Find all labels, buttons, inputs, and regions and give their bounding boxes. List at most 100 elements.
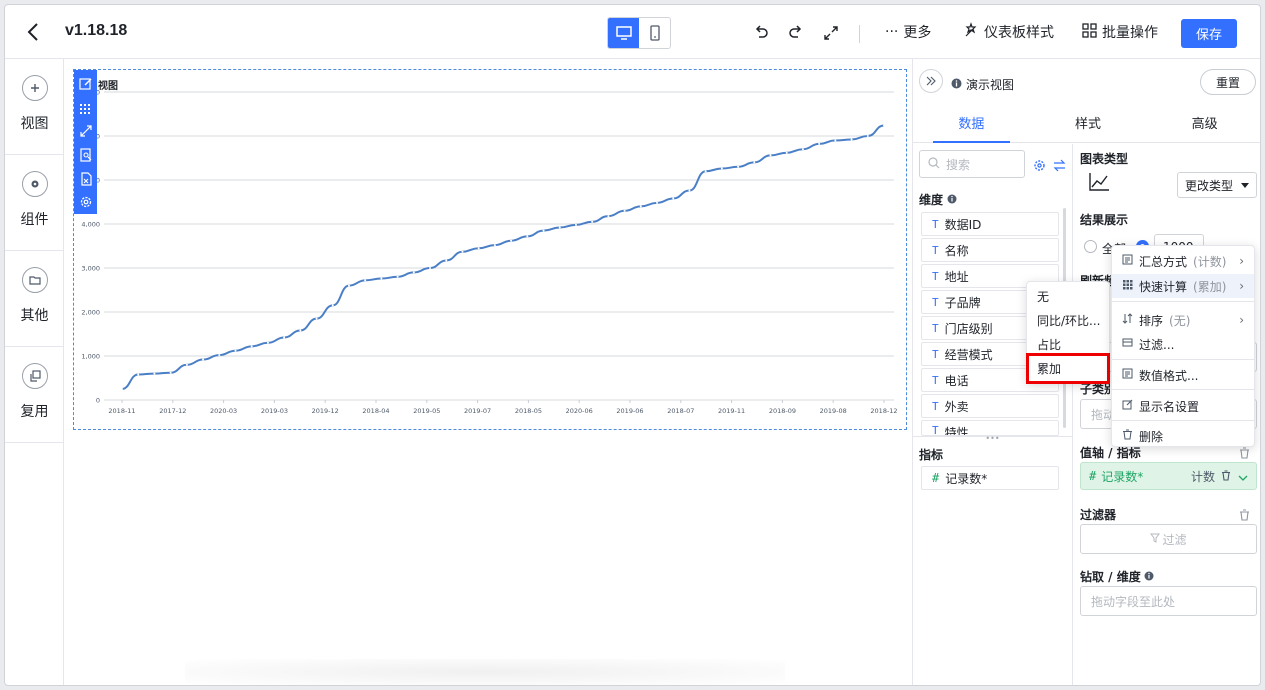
data-point [412, 271, 415, 274]
trash-icon[interactable] [1239, 506, 1250, 525]
rail-item-reuse[interactable]: 复用 [5, 347, 64, 443]
data-point [169, 371, 172, 374]
save-button[interactable]: 保存 [1181, 19, 1237, 48]
quick-calc-none[interactable]: 无 [1027, 284, 1109, 308]
app-window: v1.18.18 ··· 更多 仪表板样式 批量操作 保存 视图 组件 其他 复… [4, 4, 1261, 686]
data-point [558, 226, 561, 229]
data-point [185, 363, 188, 366]
trash-icon[interactable] [1221, 470, 1231, 484]
x-tick-label: 2018-04 [362, 407, 389, 415]
x-tick-label: 2019-12 [312, 407, 339, 415]
text-type-icon: T [932, 347, 939, 361]
field-settings-icon[interactable] [1033, 157, 1046, 176]
settings-icon[interactable] [74, 190, 97, 214]
change-type-select[interactable]: 更改类型 [1177, 172, 1257, 198]
plus-circle-icon [21, 75, 48, 101]
quick-calc-yoy[interactable]: 同比/环比... [1027, 308, 1109, 332]
metric-field[interactable]: # 记录数* [921, 466, 1059, 490]
grid-icon [1082, 22, 1097, 42]
chevron-down-icon[interactable] [1238, 471, 1248, 485]
enlarge-icon[interactable] [74, 119, 97, 143]
data-point [801, 148, 804, 151]
mobile-icon[interactable] [639, 18, 670, 48]
resize-handle[interactable]: ••• [913, 435, 1072, 443]
dimension-grid-icon[interactable] [74, 96, 97, 120]
back-arrow-icon[interactable] [23, 21, 45, 43]
data-point [591, 220, 594, 223]
value-field-pill[interactable]: # 记录数* 计数 [1080, 462, 1257, 490]
data-point [445, 259, 448, 262]
fullscreen-icon[interactable] [821, 23, 841, 43]
data-point [250, 345, 253, 348]
tab-style[interactable]: 样式 [1030, 103, 1147, 142]
rail-item-other[interactable]: 其他 [5, 251, 64, 347]
dimensions-title: 维度 [919, 191, 957, 208]
data-point [234, 349, 237, 352]
reset-button[interactable]: 重置 [1200, 69, 1256, 95]
dashboard-style-button[interactable]: 仪表板样式 [963, 22, 1054, 42]
chevron-right-icon: › [1239, 254, 1244, 268]
menu-item-filter[interactable]: 过滤... [1112, 332, 1254, 356]
data-point [542, 229, 545, 232]
desktop-icon[interactable] [608, 18, 639, 48]
y-tick-label: 3,000 [81, 265, 100, 273]
dimension-field[interactable]: T 数据ID [921, 212, 1059, 236]
export-excel-icon[interactable] [74, 167, 97, 191]
line-chart-type-icon[interactable] [1088, 172, 1110, 196]
data-point [769, 154, 772, 157]
menu-divider [1112, 420, 1254, 421]
swap-icon[interactable] [1053, 157, 1066, 176]
gear-icon [21, 171, 48, 197]
rail-item-view[interactable]: 视图 [5, 59, 64, 155]
line-chart: 01,0002,0003,0004,0005,0006,0007,0002018… [81, 89, 897, 416]
folder-icon [21, 267, 48, 293]
chart-widget[interactable]: 01,0002,0003,0004,0005,0006,0007,0002018… [73, 69, 907, 430]
data-point [574, 223, 577, 226]
x-tick-label: 2018-05 [515, 407, 542, 415]
dimension-field[interactable]: T 名称 [921, 238, 1059, 262]
data-point [737, 165, 740, 168]
tab-advanced[interactable]: 高级 [1146, 103, 1260, 142]
menu-item-delete[interactable]: 删除 [1112, 424, 1254, 448]
data-point [153, 372, 156, 375]
batch-ops-button[interactable]: 批量操作 [1082, 22, 1158, 42]
x-tick-label: 2017-12 [159, 407, 186, 415]
text-type-icon: T [932, 269, 939, 283]
menu-item-display-name[interactable]: 显示名设置 [1112, 394, 1254, 418]
more-button[interactable]: ··· 更多 [885, 22, 931, 42]
caret-down-icon [1241, 178, 1249, 192]
menu-item-aggregation[interactable]: 汇总方式 (计数) › [1112, 249, 1254, 273]
rail-item-component[interactable]: 组件 [5, 155, 64, 251]
data-point [461, 250, 464, 253]
data-point [364, 279, 367, 282]
filter-button[interactable]: 过滤 [1080, 524, 1257, 554]
y-tick-label: 4,000 [81, 221, 100, 229]
edit-icon[interactable] [74, 72, 97, 96]
menu-divider [1112, 301, 1254, 302]
tab-data[interactable]: 数据 [913, 103, 1030, 143]
menu-item-sort[interactable]: 排序 (无) › [1112, 308, 1254, 332]
quick-calc-percent[interactable]: 占比 [1027, 332, 1109, 356]
drill-dimension-dropzone[interactable]: 拖动字段至此处 [1080, 586, 1257, 616]
chart-title: 视图 [98, 81, 118, 92]
undo-icon[interactable] [751, 23, 771, 43]
view-data-icon[interactable] [74, 143, 97, 167]
data-point [866, 135, 869, 137]
menu-item-quick-calc[interactable]: 快速计算 (累加) › [1112, 274, 1254, 298]
data-point [137, 373, 140, 376]
chevron-right-icon: › [1239, 313, 1244, 327]
collapse-icon[interactable] [919, 69, 943, 93]
panel-header: 演示视图 重置 [913, 59, 1260, 103]
more-dots-icon: ··· [885, 24, 899, 40]
x-tick-label: 2020-06 [566, 407, 593, 415]
quick-calc-cumulative[interactable]: 累加 [1027, 356, 1109, 380]
result-display-label: 结果展示 [1080, 213, 1129, 227]
radio-all[interactable] [1084, 240, 1097, 253]
redo-icon[interactable] [786, 23, 806, 43]
field-search-input[interactable]: 搜索 [919, 150, 1025, 178]
sort-icon [1122, 313, 1133, 327]
data-point [493, 244, 496, 247]
dimension-field[interactable]: T 外卖 [921, 394, 1059, 418]
menu-item-number-format[interactable]: 数值格式... [1112, 363, 1254, 387]
data-point [218, 354, 221, 357]
